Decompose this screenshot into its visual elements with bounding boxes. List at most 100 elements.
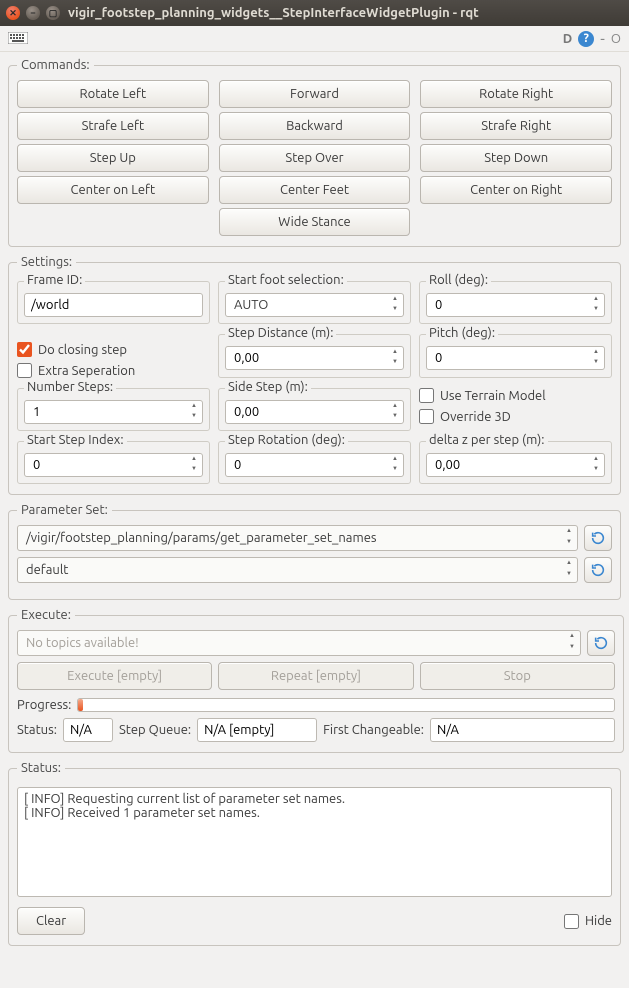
strafe-right-button[interactable]: Strafe Right xyxy=(420,112,612,140)
chevron-up-icon[interactable]: ▲ xyxy=(589,295,603,305)
step-up-button[interactable]: Step Up xyxy=(17,144,209,172)
first-label: First Changeable: xyxy=(323,723,424,737)
center-left-button[interactable]: Center on Left xyxy=(17,176,209,204)
chevron-down-icon[interactable]: ▼ xyxy=(388,412,402,422)
center-feet-button[interactable]: Center Feet xyxy=(219,176,411,204)
execute-legend: Execute: xyxy=(17,608,75,622)
start-foot-combo[interactable]: AUTO xyxy=(225,293,404,317)
chevron-down-icon[interactable]: ▼ xyxy=(388,358,402,368)
rotate-right-button[interactable]: Rotate Right xyxy=(420,80,612,108)
status-label: Status: xyxy=(17,723,57,737)
roll-box: Roll (deg): ▲▼ xyxy=(419,281,612,324)
frame-id-input[interactable] xyxy=(24,293,203,317)
num-steps-input[interactable] xyxy=(24,400,203,424)
extra-sep-label: Extra Seperation xyxy=(38,364,135,378)
chevron-up-icon[interactable]: ▲ xyxy=(187,455,201,465)
toolbar: D ? - O xyxy=(0,26,629,52)
refresh-selected-button[interactable] xyxy=(584,557,612,583)
window-titlebar: ✕ – ▢ vigir_footstep_planning_widgets__S… xyxy=(0,0,629,26)
toolbar-dash[interactable]: - xyxy=(600,30,605,48)
chevron-up-icon[interactable]: ▲ xyxy=(388,402,402,412)
maximize-icon[interactable]: ▢ xyxy=(46,6,60,20)
chevron-up-icon[interactable]: ▲ xyxy=(589,455,603,465)
param-selected-combo[interactable]: default xyxy=(17,557,578,583)
first-field[interactable] xyxy=(430,718,615,742)
chevron-down-icon[interactable]: ▼ xyxy=(388,305,402,315)
window-title: vigir_footstep_planning_widgets__StepInt… xyxy=(68,6,479,20)
start-idx-input[interactable] xyxy=(24,453,203,477)
delta-z-input[interactable] xyxy=(426,453,605,477)
roll-input[interactable] xyxy=(426,293,605,317)
status-legend: Status: xyxy=(17,761,65,775)
pitch-input[interactable] xyxy=(426,346,605,370)
roll-label: Roll (deg): xyxy=(426,273,491,287)
execute-button[interactable]: Execute [empty] xyxy=(17,662,212,690)
side-step-input[interactable] xyxy=(225,400,404,424)
chevron-up-icon[interactable]: ▲ xyxy=(388,455,402,465)
strafe-left-button[interactable]: Strafe Left xyxy=(17,112,209,140)
override-3d-check[interactable] xyxy=(419,409,434,424)
chevron-down-icon[interactable]: ▼ xyxy=(187,465,201,475)
status-field[interactable] xyxy=(63,718,113,742)
refresh-topics-button[interactable] xyxy=(587,630,615,656)
side-step-box: Side Step (m): ▲▼ xyxy=(218,388,411,431)
chevron-down-icon[interactable]: ▼ xyxy=(562,538,576,549)
hide-label: Hide xyxy=(585,914,612,928)
delta-z-label: delta z per step (m): xyxy=(426,433,548,447)
chevron-down-icon[interactable]: ▼ xyxy=(589,305,603,315)
chevron-down-icon[interactable]: ▼ xyxy=(187,412,201,422)
param-path-combo[interactable]: /vigir/footstep_planning/params/get_para… xyxy=(17,525,578,551)
center-right-button[interactable]: Center on Right xyxy=(420,176,612,204)
refresh-icon xyxy=(590,530,606,546)
status-log[interactable]: [ INFO] Requesting current list of param… xyxy=(17,787,612,897)
progress-label: Progress: xyxy=(17,698,71,712)
step-rot-label: Step Rotation (deg): xyxy=(225,433,348,447)
settings-legend: Settings: xyxy=(17,255,76,269)
chevron-up-icon[interactable]: ▲ xyxy=(388,295,402,305)
start-foot-label: Start foot selection: xyxy=(225,273,347,287)
execute-group: Execute: No topics available!▲▼ Execute … xyxy=(8,608,624,753)
chevron-up-icon[interactable]: ▲ xyxy=(562,559,576,570)
minimize-icon[interactable]: – xyxy=(26,6,40,20)
step-rot-input[interactable] xyxy=(225,453,404,477)
step-over-button[interactable]: Step Over xyxy=(219,144,411,172)
forward-button[interactable]: Forward xyxy=(219,80,411,108)
step-dist-label: Step Distance (m): xyxy=(225,326,336,340)
delta-z-box: delta z per step (m): ▲▼ xyxy=(419,441,612,484)
refresh-params-button[interactable] xyxy=(584,525,612,551)
step-down-button[interactable]: Step Down xyxy=(420,144,612,172)
stop-button[interactable]: Stop xyxy=(420,662,615,690)
chevron-down-icon[interactable]: ▼ xyxy=(562,570,576,581)
help-icon[interactable]: ? xyxy=(578,31,594,47)
step-dist-input[interactable] xyxy=(225,346,404,370)
do-closing-check[interactable] xyxy=(17,342,32,357)
chevron-down-icon[interactable]: ▼ xyxy=(589,358,603,368)
clear-button[interactable]: Clear xyxy=(17,907,85,935)
chevron-up-icon[interactable]: ▲ xyxy=(565,632,579,643)
param-set-group: Parameter Set: /vigir/footstep_planning/… xyxy=(8,503,621,600)
hide-check[interactable] xyxy=(564,914,579,929)
override-3d-label: Override 3D xyxy=(440,410,511,424)
rotate-left-button[interactable]: Rotate Left xyxy=(17,80,209,108)
start-foot-box: Start foot selection: AUTO▲▼ xyxy=(218,281,411,324)
execute-topic-combo[interactable]: No topics available! xyxy=(17,630,581,656)
extra-sep-check[interactable] xyxy=(17,363,32,378)
pitch-label: Pitch (deg): xyxy=(426,326,498,340)
chevron-down-icon[interactable]: ▼ xyxy=(589,465,603,475)
backward-button[interactable]: Backward xyxy=(219,112,411,140)
use-terrain-check[interactable] xyxy=(419,388,434,403)
chevron-up-icon[interactable]: ▲ xyxy=(187,402,201,412)
use-terrain-label: Use Terrain Model xyxy=(440,389,546,403)
close-icon[interactable]: ✕ xyxy=(6,6,20,20)
num-steps-box: Number Steps: ▲▼ xyxy=(17,388,210,431)
toolbar-o[interactable]: O xyxy=(611,32,621,46)
chevron-up-icon[interactable]: ▲ xyxy=(589,348,603,358)
chevron-down-icon[interactable]: ▼ xyxy=(565,643,579,654)
chevron-up-icon[interactable]: ▲ xyxy=(562,527,576,538)
chevron-up-icon[interactable]: ▲ xyxy=(388,348,402,358)
step-rot-box: Step Rotation (deg): ▲▼ xyxy=(218,441,411,484)
chevron-down-icon[interactable]: ▼ xyxy=(388,465,402,475)
repeat-button[interactable]: Repeat [empty] xyxy=(218,662,413,690)
queue-field[interactable] xyxy=(197,718,317,742)
wide-stance-button[interactable]: Wide Stance xyxy=(219,208,411,236)
